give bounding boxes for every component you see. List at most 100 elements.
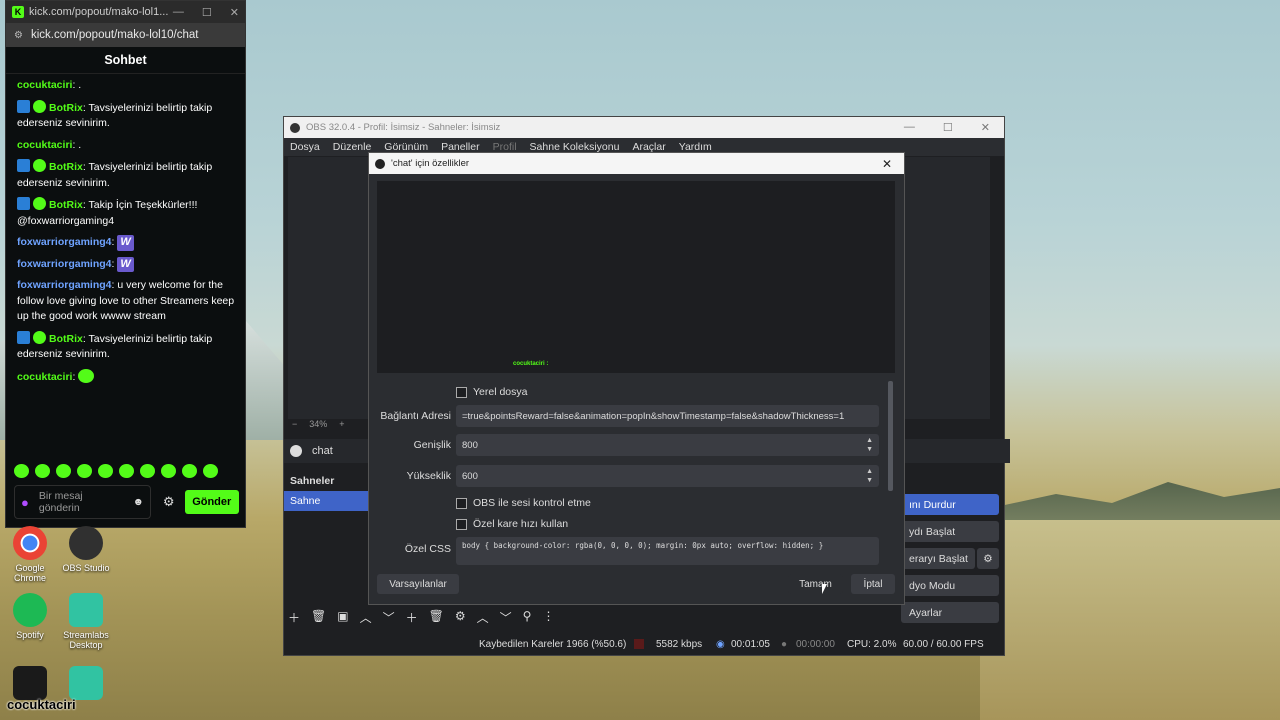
custom-fps-row[interactable]: Özel kare hızı kullan: [456, 518, 568, 530]
width-value: 800: [462, 439, 478, 451]
send-button[interactable]: Gönder: [184, 490, 239, 514]
ok-button[interactable]: Tamam: [788, 574, 843, 594]
emote-icon[interactable]: [161, 464, 176, 478]
scene-item[interactable]: Sahne: [284, 491, 374, 511]
chat-text: : Tavsiyelerinizi belirtip takip edersen…: [17, 101, 213, 130]
chat-message: BotRix: Tavsiyelerinizi belirtip takip e…: [17, 99, 235, 132]
add-source-icon[interactable]: ＋: [406, 609, 418, 626]
chat-username[interactable]: cocuktaciri: [17, 79, 72, 91]
source-down-icon[interactable]: ﹀: [500, 609, 512, 626]
emote-icon[interactable]: [77, 464, 92, 478]
emote-icon[interactable]: [98, 464, 113, 478]
local-file-checkbox[interactable]: [456, 386, 467, 398]
emote-icon[interactable]: [14, 464, 29, 478]
obs-titlebar: OBS 32.0.4 - Profil: İsimsiz - Sahneler:…: [284, 117, 1004, 138]
chat-username[interactable]: foxwarriorgaming4: [17, 236, 112, 248]
emoji-icon[interactable]: ☻: [133, 496, 144, 508]
scene-filter-icon[interactable]: ▣: [337, 609, 348, 626]
chat-username[interactable]: BotRix: [49, 161, 83, 173]
start-virtual-camera-button[interactable]: eraryı Başlat: [901, 548, 975, 569]
source-properties-gear-icon[interactable]: ⚙: [455, 609, 466, 626]
chat-text: : .: [72, 138, 82, 151]
bot-badge-icon: [17, 159, 30, 172]
audio-control-row[interactable]: OBS ile sesi kontrol etme: [456, 497, 591, 509]
verified-badge-icon: [33, 99, 46, 113]
minimize-icon[interactable]: —: [904, 121, 915, 134]
studio-mode-button[interactable]: dyo Modu: [901, 575, 999, 596]
width-stepper[interactable]: ▲ ▼: [866, 436, 873, 454]
chat-username[interactable]: BotRix: [49, 102, 83, 114]
site-info-icon[interactable]: ⚙: [14, 30, 23, 41]
obs-title: OBS 32.0.4 - Profil: İsimsiz - Sahneler:…: [306, 122, 501, 133]
url-field[interactable]: =true&pointsReward=false&animation=popIn…: [456, 405, 879, 427]
defaults-button[interactable]: Varsayılanlar: [377, 574, 459, 594]
close-icon[interactable]: ✕: [981, 121, 990, 134]
emote-icon[interactable]: [119, 464, 134, 478]
remove-source-icon[interactable]: 🗑: [429, 609, 444, 626]
network-icon: [634, 639, 644, 649]
stop-stream-button[interactable]: ını Durdur: [901, 494, 999, 515]
audio-control-label: OBS ile sesi kontrol etme: [473, 497, 591, 509]
move-down-icon[interactable]: ﹀: [383, 609, 395, 626]
chat-message: BotRix: Tavsiyelerinizi belirtip takip e…: [17, 159, 235, 191]
settings-button[interactable]: Ayarlar: [901, 602, 999, 623]
chat-username[interactable]: BotRix: [49, 199, 83, 211]
virtual-camera-gear-icon[interactable]: ⚙: [977, 548, 999, 569]
css-field[interactable]: body { background-color: rgba(0, 0, 0, 0…: [456, 537, 879, 565]
minimize-icon[interactable]: —: [173, 6, 184, 19]
desktop-icon-chrome[interactable]: Google Chrome: [0, 526, 60, 583]
chat-input[interactable]: ● Bir mesaj gönderin ☻: [14, 485, 151, 519]
chat-username[interactable]: cocuktaciri: [17, 371, 72, 383]
emote-icon[interactable]: [140, 464, 155, 478]
properties-scrollbar[interactable]: [888, 381, 893, 491]
menu-duzenle[interactable]: Düzenle: [333, 141, 372, 153]
add-scene-icon[interactable]: ＋: [288, 609, 300, 626]
emote-icon[interactable]: [56, 464, 71, 478]
w-emote-icon: W: [117, 256, 134, 272]
zoom-in-icon[interactable]: +: [339, 419, 344, 431]
emote-icon[interactable]: [182, 464, 197, 478]
height-field[interactable]: 600 ▲ ▼: [456, 465, 879, 487]
app-icon: [69, 666, 103, 700]
verified-badge-icon: [33, 330, 46, 344]
scenes-panel: Sahneler Sahne: [284, 471, 374, 611]
desktop-icon-spotify[interactable]: Spotify: [0, 593, 60, 640]
menu-dosya[interactable]: Dosya: [290, 141, 320, 153]
obs-logo-icon: [375, 158, 385, 169]
cancel-button[interactable]: İptal: [851, 574, 895, 594]
desktop-icon-obs[interactable]: OBS Studio: [56, 526, 116, 573]
custom-fps-checkbox[interactable]: [456, 518, 467, 530]
close-icon[interactable]: ✕: [882, 157, 898, 171]
mixer-icon[interactable]: ⚲: [523, 609, 532, 626]
maximize-icon[interactable]: ☐: [943, 121, 953, 134]
source-up-icon[interactable]: ︿: [477, 609, 489, 626]
chat-messages: cocuktaciri: . BotRix: Tavsiyelerinizi b…: [6, 74, 245, 385]
chat-username[interactable]: cocuktaciri: [17, 139, 72, 151]
start-recording-button[interactable]: ydı Başlat: [901, 521, 999, 542]
emote-icon[interactable]: [203, 464, 218, 478]
css-label: Özel CSS: [404, 543, 451, 555]
chat-header: Sohbet: [6, 47, 245, 74]
chat-username[interactable]: foxwarriorgaming4: [17, 258, 112, 270]
move-up-icon[interactable]: ︿: [360, 609, 372, 626]
address-bar[interactable]: ⚙ kick.com/popout/mako-lol10/chat: [6, 23, 245, 47]
close-icon[interactable]: ✕: [230, 6, 239, 19]
dropped-frames: Kaybedilen Kareler 1966 (%50.6): [479, 638, 627, 650]
desktop-icon-streamlabs[interactable]: Streamlabs Desktop: [56, 593, 116, 650]
desktop-icon-label: Spotify: [16, 630, 44, 640]
width-field[interactable]: 800 ▲ ▼: [456, 434, 879, 456]
emote-icon[interactable]: [35, 464, 50, 478]
zoom-out-icon[interactable]: −: [292, 419, 297, 431]
chat-username[interactable]: foxwarriorgaming4: [17, 279, 112, 291]
audio-control-checkbox[interactable]: [456, 497, 467, 509]
fps-readout: 60.00 / 60.00 FPS: [903, 638, 984, 650]
gear-icon[interactable]: ⚙: [163, 494, 175, 510]
properties-dialog: 'chat' için özellikler ✕ cocuktaciri : Y…: [368, 152, 905, 605]
local-file-checkbox-row[interactable]: Yerel dosya: [456, 386, 527, 398]
remove-scene-icon[interactable]: 🗑: [311, 609, 326, 626]
height-stepper[interactable]: ▲ ▼: [866, 467, 873, 485]
more-options-icon[interactable]: ⋮: [542, 609, 554, 626]
mic-icon[interactable]: ●: [21, 495, 29, 510]
chat-username[interactable]: BotRix: [49, 333, 83, 345]
maximize-icon[interactable]: ☐: [202, 6, 212, 19]
